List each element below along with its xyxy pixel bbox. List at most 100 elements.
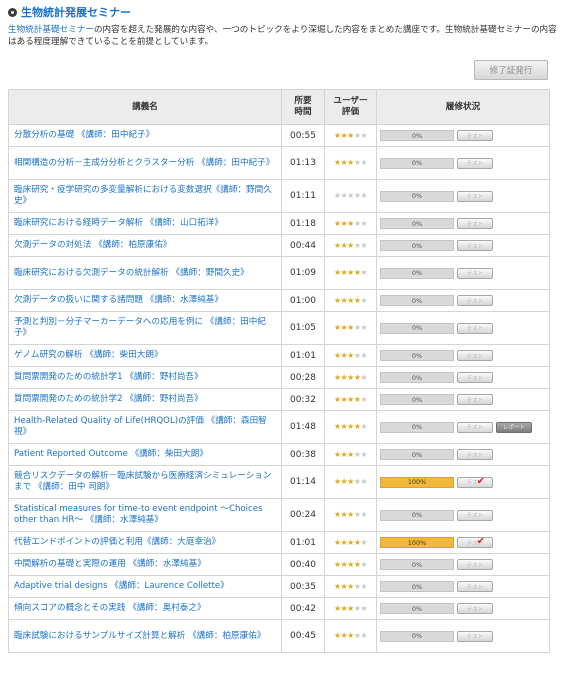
test-button[interactable]: テスト xyxy=(457,157,493,169)
star-icon: ★ xyxy=(347,323,354,332)
lecture-name-link[interactable]: ゲノム研究の解析 《講師：柴田大朗》 xyxy=(8,344,282,367)
star-icon: ★ xyxy=(360,477,368,486)
test-button-label: テスト xyxy=(466,375,484,382)
description-link[interactable]: 生物統計基礎セミナー xyxy=(8,25,94,35)
test-button-label: テスト xyxy=(466,606,484,613)
lecture-name-link[interactable]: Statistical measures for time-to event e… xyxy=(8,498,282,532)
test-button[interactable]: テスト ✔ xyxy=(457,476,493,488)
status-cell: 0% テスト xyxy=(376,575,550,598)
test-button[interactable]: テスト xyxy=(457,603,493,614)
test-button-label: テスト xyxy=(466,243,484,250)
test-button[interactable]: テスト xyxy=(457,322,493,334)
lecture-name-link[interactable]: 臨床研究・疫学研究の多変量解析における変数選択《講師：野間久史》 xyxy=(8,179,282,213)
test-button[interactable]: テスト xyxy=(457,581,493,592)
star-icon: ★ xyxy=(353,372,361,382)
star-icon: ★ xyxy=(360,158,368,167)
test-button[interactable]: テスト ✔ xyxy=(457,537,493,548)
lecture-name-link[interactable]: 予測と判別－分子マーカーデータへの応用を例に 《講師：田中紀子》 xyxy=(8,311,282,345)
table-row: Statistical measures for time-to event e… xyxy=(8,498,550,532)
table-row: ゲノム研究の解析 《講師：柴田大朗》 01:01 ★★★★★ 0% テスト xyxy=(8,344,550,367)
user-rating: ★★★★★ xyxy=(324,531,377,554)
report-button[interactable]: レポート xyxy=(496,421,532,433)
star-icon: ★ xyxy=(353,323,361,332)
lecture-name-link[interactable]: 臨床研究における欠測データの統計解析 《講師：野間久史》 xyxy=(8,256,282,290)
user-rating: ★★★★★ xyxy=(324,597,377,620)
test-button[interactable]: テスト xyxy=(457,218,493,229)
lecture-name-link[interactable]: 中間解析の基礎と実際の運用 《講師：水澤純基》 xyxy=(8,553,282,576)
status-cell: 0% テスト xyxy=(376,619,550,653)
test-button[interactable]: テスト xyxy=(457,350,493,361)
lecture-name-link[interactable]: Patient Reported Outcome 《講師：柴田大朗》 xyxy=(8,443,282,466)
lecture-duration: 01:00 xyxy=(281,289,325,312)
star-icon: ★ xyxy=(360,295,368,305)
lecture-name-link[interactable]: 質問票開発のための統計学2 《講師：野村尚吾》 xyxy=(8,388,282,411)
status-cell: 0% テスト xyxy=(376,256,550,290)
star-icon: ★ xyxy=(347,603,354,613)
test-button[interactable]: テスト xyxy=(457,267,493,279)
lecture-duration: 01:14 xyxy=(281,465,325,499)
lecture-name-link[interactable]: Adaptive trial designs 《講師：Laurence Coll… xyxy=(8,575,282,598)
table-row: 傾向スコアの概念とその実践 《講師：奥村泰之》 00:42 ★★★★★ 0% テスト xyxy=(8,597,550,620)
lecture-duration: 00:55 xyxy=(281,124,325,147)
star-icon: ★ xyxy=(360,191,368,200)
test-button[interactable]: テスト xyxy=(457,372,493,383)
check-icon: ✔ xyxy=(476,476,485,487)
test-button[interactable]: テスト xyxy=(457,190,493,202)
status-cell: 0% テスト xyxy=(376,212,550,235)
rating-stars-icon: ★★★★★ xyxy=(334,422,368,431)
rating-stars-icon: ★★★★★ xyxy=(334,131,368,140)
user-rating: ★★★★★ xyxy=(324,553,377,576)
test-button[interactable]: テスト xyxy=(457,130,493,141)
test-button[interactable]: テスト xyxy=(457,240,493,251)
test-button[interactable]: テスト xyxy=(457,559,493,570)
test-button[interactable]: テスト xyxy=(457,295,493,306)
star-icon: ★ xyxy=(347,295,354,305)
test-button-label: テスト xyxy=(466,353,484,360)
star-icon: ★ xyxy=(347,581,354,591)
star-icon: ★ xyxy=(360,240,368,250)
progress-bar: 0% xyxy=(380,322,454,334)
progress-bar: 0% xyxy=(380,630,454,642)
progress-bar: 0% xyxy=(380,350,454,361)
test-button[interactable]: テスト xyxy=(457,449,493,460)
progress-bar: 0% xyxy=(380,421,454,433)
lecture-duration: 00:42 xyxy=(281,597,325,620)
test-button[interactable]: テスト xyxy=(457,421,493,433)
star-icon: ★ xyxy=(347,191,354,200)
star-icon: ★ xyxy=(347,559,354,569)
star-icon: ★ xyxy=(353,350,361,360)
lecture-name-link[interactable]: 相関構造の分析－主成分分析とクラスター分析 《講師：田中紀子》 xyxy=(8,146,282,180)
lecture-name-link[interactable]: 分散分析の基礎 《講師：田中紀子》 xyxy=(8,124,282,147)
status-cell: 0% テスト xyxy=(376,146,550,180)
lecture-name-link[interactable]: Health-Related Quality of Life(HRQOL)の評価… xyxy=(8,410,282,444)
lecture-name-link[interactable]: 臨床研究における経時データ解析 《講師：山口拓洋》 xyxy=(8,212,282,235)
user-rating: ★★★★★ xyxy=(324,344,377,367)
lecture-name-link[interactable]: 欠測データの扱いに関する諸問題 《講師：水澤純基》 xyxy=(8,289,282,312)
star-icon: ★ xyxy=(353,158,361,167)
lecture-duration: 00:44 xyxy=(281,234,325,257)
lecture-duration: 00:32 xyxy=(281,388,325,411)
star-icon: ★ xyxy=(360,581,368,591)
test-button[interactable]: テスト xyxy=(457,509,493,521)
table-row: 臨床試験におけるサンプルサイズ計算と解析 《講師：柏原康佑》 00:45 ★★★★★… xyxy=(8,619,550,653)
lecture-name-link[interactable]: 欠測データの対処法 《講師：柏原康佑》 xyxy=(8,234,282,257)
header-rating: ユーザー 評価 xyxy=(324,89,377,125)
star-icon: ★ xyxy=(353,394,361,404)
progress-bar: 100% xyxy=(380,476,454,488)
lecture-name-link[interactable]: 代替エンドポイントの評価と利用《講師：大庭幸治》 xyxy=(8,531,282,554)
rating-stars-icon: ★★★★★ xyxy=(334,510,368,519)
test-button-label: テスト xyxy=(466,425,484,431)
test-button[interactable]: テスト xyxy=(457,630,493,642)
lecture-name-link[interactable]: 競合リスクデータの解析－臨床試験から医療経済シミュレーションまで 《講師：田中 … xyxy=(8,465,282,499)
star-icon: ★ xyxy=(353,268,361,277)
star-icon: ★ xyxy=(353,218,361,228)
test-button-label: テスト xyxy=(466,271,484,277)
lecture-name-link[interactable]: 臨床試験におけるサンプルサイズ計算と解析 《講師：柏原康佑》 xyxy=(8,619,282,653)
status-cell: 0% テスト xyxy=(376,498,550,532)
certificate-button[interactable]: 修了証発行 xyxy=(474,60,548,80)
lecture-name-link[interactable]: 質問票開発のための統計学1 《講師：野村尚吾》 xyxy=(8,366,282,389)
test-button[interactable]: テスト xyxy=(457,394,493,405)
star-icon: ★ xyxy=(360,559,368,569)
bullet-icon xyxy=(8,7,17,17)
lecture-name-link[interactable]: 傾向スコアの概念とその実践 《講師：奥村泰之》 xyxy=(8,597,282,620)
